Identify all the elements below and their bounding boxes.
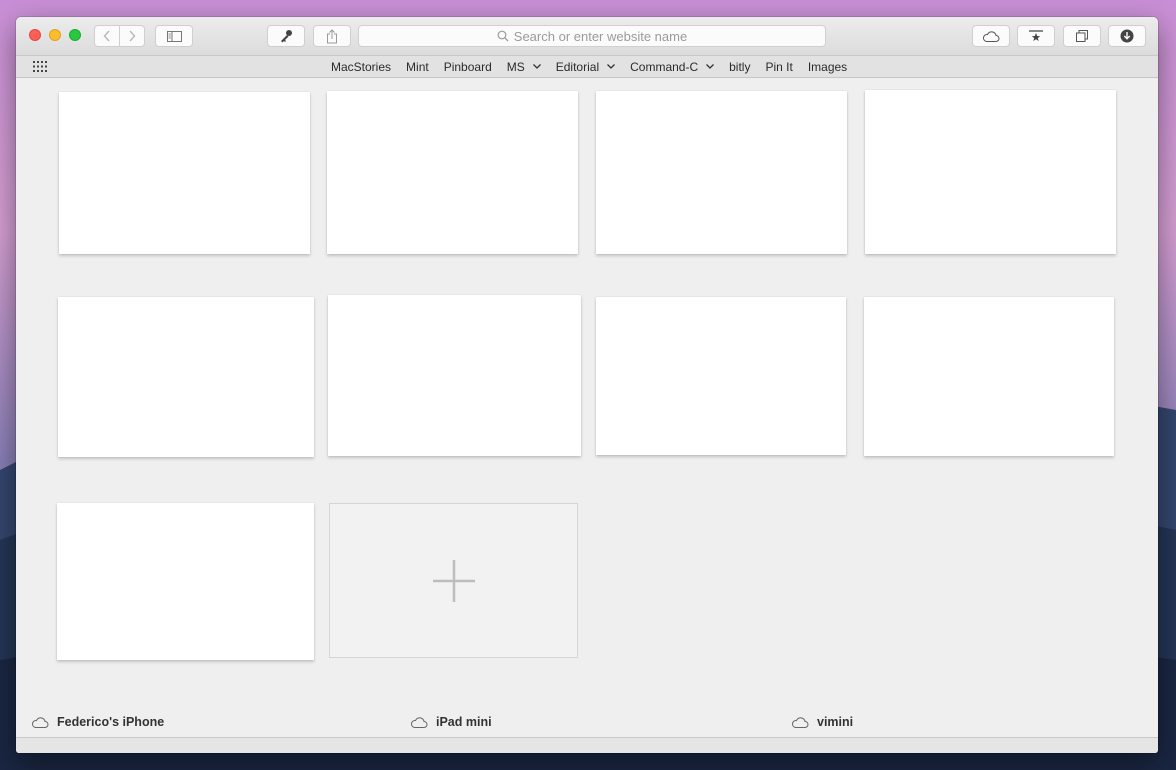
- chevron-right-icon: [129, 30, 136, 42]
- favorite-label: Images: [807, 59, 848, 74]
- chevron-down-icon: [607, 64, 616, 69]
- top-site-tile[interactable]: [864, 297, 1114, 456]
- cloud-icon: [32, 716, 49, 728]
- download-icon: [1120, 29, 1134, 43]
- safari-window: Search or enter website name MacStories …: [16, 17, 1158, 753]
- chevron-down-icon: [706, 64, 715, 69]
- top-site-tile[interactable]: [865, 90, 1116, 254]
- cloud-icon: [792, 716, 809, 728]
- icloud-device[interactable]: Federico's iPhone: [31, 715, 164, 729]
- favorite-label: MacStories: [331, 59, 392, 74]
- sidebar-icon: [166, 30, 182, 42]
- favorite-label: Mint: [406, 59, 429, 74]
- favorite-item-images[interactable]: Images: [808, 60, 847, 74]
- cloud-icon: [983, 30, 1000, 42]
- top-site-tile[interactable]: [58, 297, 314, 457]
- icloud-tabs-button[interactable]: [972, 25, 1010, 47]
- close-window-button[interactable]: [29, 29, 41, 41]
- favorite-label: Pinboard: [443, 59, 492, 74]
- top-site-tile[interactable]: [596, 91, 847, 254]
- favorite-item-bitly[interactable]: bitly: [729, 60, 750, 74]
- top-site-tile[interactable]: [59, 92, 310, 254]
- favorite-label: bitly: [729, 59, 751, 74]
- favorites-list: MacStories Mint Pinboard MS Editorial Co…: [331, 56, 862, 77]
- toolbar: Search or enter website name: [16, 17, 1158, 55]
- favorite-item-pinboard[interactable]: Pinboard: [444, 60, 492, 74]
- favorite-item-pin-it[interactable]: Pin It: [765, 60, 792, 74]
- icloud-device[interactable]: vimini: [791, 715, 853, 729]
- passwords-button[interactable]: [267, 25, 305, 47]
- favorite-label: Command-C: [630, 59, 699, 74]
- device-name: iPad mini: [436, 715, 492, 729]
- share-button[interactable]: [313, 25, 351, 47]
- favorite-label: MS: [506, 59, 525, 74]
- favorite-folder-ms[interactable]: MS: [507, 60, 541, 74]
- search-icon: [497, 30, 509, 42]
- back-button[interactable]: [94, 25, 120, 47]
- add-bookmark-button[interactable]: [1017, 25, 1055, 47]
- status-bar: [16, 738, 1158, 753]
- search-placeholder: Search or enter website name: [513, 28, 688, 44]
- show-all-tabs-button[interactable]: [1063, 25, 1101, 47]
- top-site-tile[interactable]: [596, 297, 846, 455]
- favorite-label: Pin It: [765, 59, 793, 74]
- forward-button[interactable]: [119, 25, 145, 47]
- sidebar-button[interactable]: [155, 25, 193, 47]
- maximize-window-button[interactable]: [69, 29, 81, 41]
- favorite-label: Editorial: [555, 59, 600, 74]
- add-top-site-button[interactable]: [329, 503, 578, 658]
- favorite-folder-command-c[interactable]: Command-C: [630, 59, 715, 74]
- device-name: Federico's iPhone: [57, 715, 165, 729]
- star-bookmark-icon: [1029, 30, 1043, 41]
- top-site-tile[interactable]: [327, 91, 578, 254]
- top-site-tile[interactable]: [57, 503, 314, 660]
- favorites-bar: MacStories Mint Pinboard MS Editorial Co…: [16, 55, 1158, 78]
- top-sites-view: [16, 78, 1158, 739]
- cloud-icon: [411, 716, 428, 728]
- tabs-icon: [1076, 30, 1088, 42]
- favorite-folder-editorial[interactable]: Editorial: [555, 59, 616, 74]
- minimize-window-button[interactable]: [49, 29, 61, 41]
- favorite-item-macstories[interactable]: MacStories: [331, 60, 391, 74]
- icloud-devices-row: Federico's iPhone iPad mini vimini: [16, 709, 1158, 737]
- favorite-item-mint[interactable]: Mint: [406, 60, 429, 74]
- chevron-left-icon: [103, 30, 110, 42]
- share-icon: [327, 28, 337, 43]
- downloads-button[interactable]: [1108, 25, 1146, 47]
- chevron-down-icon: [532, 64, 541, 69]
- address-search-field[interactable]: Search or enter website name: [358, 25, 826, 47]
- top-sites-grid-icon[interactable]: [33, 61, 47, 72]
- top-site-tile[interactable]: [328, 295, 581, 456]
- plus-icon: [432, 559, 475, 602]
- device-name: vimini: [817, 715, 854, 729]
- key-icon: [281, 30, 292, 43]
- icloud-device[interactable]: iPad mini: [410, 715, 492, 729]
